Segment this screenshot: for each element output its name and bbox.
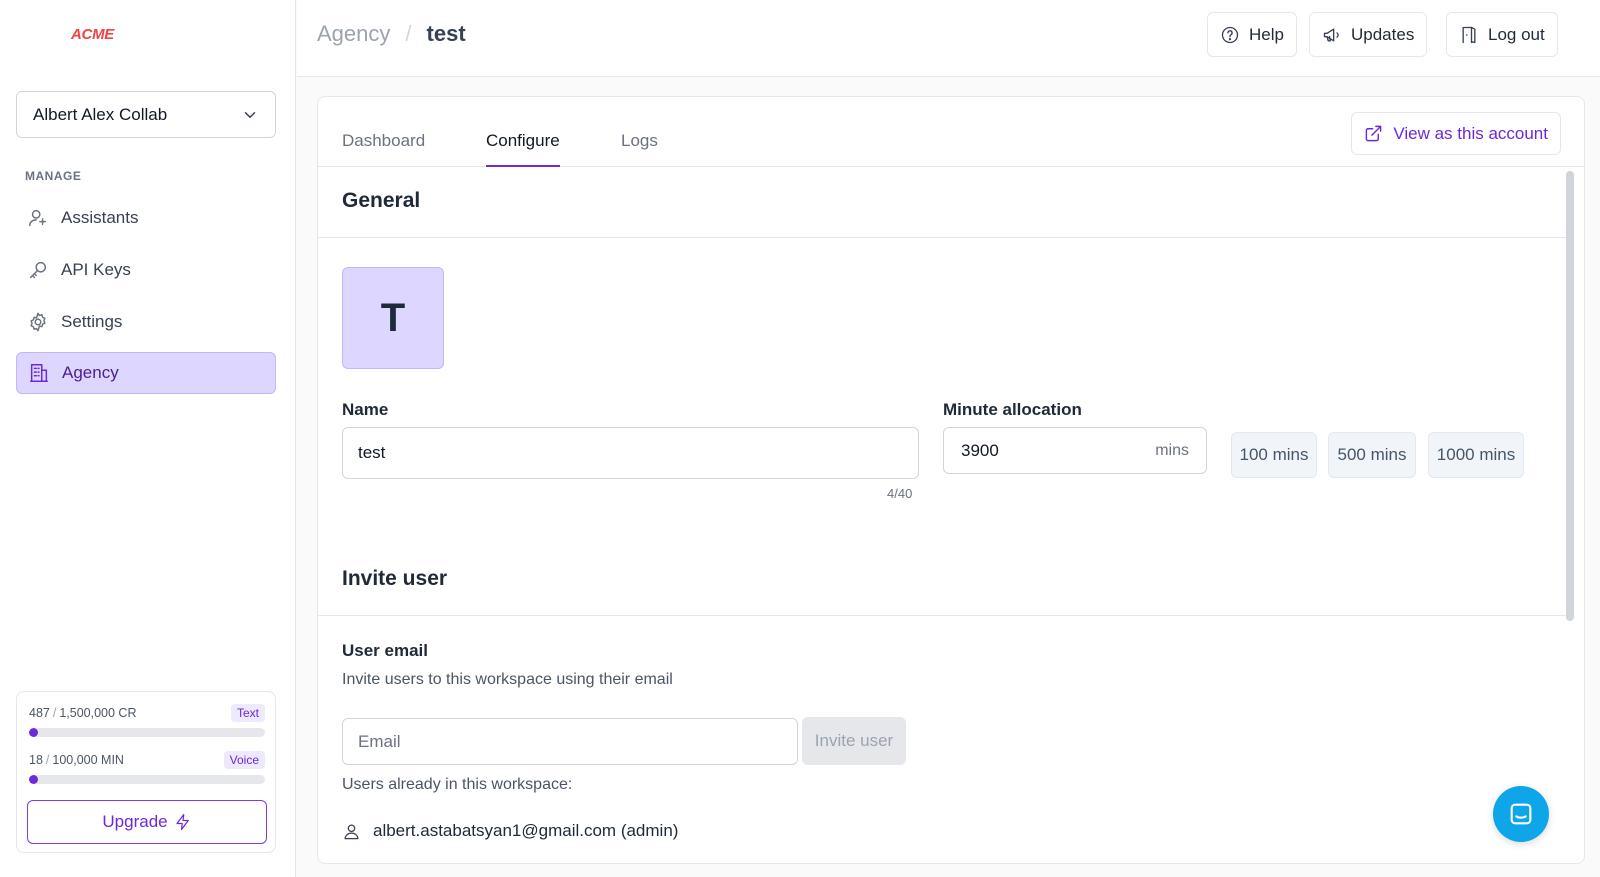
breadcrumb: Agency / test — [317, 21, 466, 47]
chat-launcher-button[interactable] — [1493, 786, 1549, 842]
preset-100-mins[interactable]: 100 mins — [1231, 432, 1317, 478]
lightning-icon — [176, 813, 189, 831]
agency-config-card: Dashboard Configure Logs View as this ac… — [317, 96, 1585, 864]
sidebar-item-label: Settings — [61, 312, 123, 331]
general-section-title: General — [342, 189, 421, 212]
external-link-icon — [1365, 125, 1382, 142]
user-icon — [344, 824, 359, 839]
door-icon — [1462, 26, 1476, 43]
building-icon — [30, 364, 48, 382]
tab-dashboard[interactable]: Dashboard — [342, 131, 425, 167]
invite-description: Invite users to this workspace using the… — [342, 671, 673, 688]
account-name: Albert Alex Collab — [33, 104, 168, 124]
tab-configure[interactable]: Configure — [486, 131, 560, 167]
breadcrumb-separator: / — [405, 21, 412, 46]
view-as-account-button[interactable]: View as this account — [1351, 112, 1561, 155]
upgrade-button[interactable]: Upgrade — [27, 800, 267, 844]
sidebar-item-assistants[interactable]: Assistants — [16, 197, 276, 239]
name-value: test — [358, 443, 386, 462]
preset-1000-mins[interactable]: 1000 mins — [1428, 432, 1524, 478]
top-header: Agency / test Help Updates Log out — [297, 0, 1600, 77]
workspace-user-row: albert.astabatsyan1@gmail.com (admin) — [342, 821, 678, 841]
voice-usage-bar — [29, 775, 265, 784]
tab-logs[interactable]: Logs — [621, 131, 658, 167]
invite-user-button[interactable]: Invite user — [802, 717, 906, 765]
minute-unit: mins — [1155, 441, 1189, 459]
question-circle-icon — [1221, 26, 1239, 43]
email-input[interactable]: Email — [342, 718, 798, 765]
minute-allocation-label: Minute allocation — [943, 400, 1082, 419]
voice-usage-used: 18 — [29, 753, 43, 767]
voice-usage-limit: 100,000 MIN — [52, 753, 124, 767]
megaphone-icon — [1323, 28, 1339, 41]
text-usage-tag: Text — [230, 704, 265, 722]
logout-label: Log out — [1488, 24, 1545, 44]
invite-section-title: Invite user — [342, 567, 448, 590]
existing-users-label: Users already in this workspace: — [342, 776, 573, 793]
updates-button[interactable]: Updates — [1309, 12, 1428, 57]
chevron-down-icon — [244, 111, 256, 118]
tab-bar: Dashboard Configure Logs View as this ac… — [318, 97, 1584, 167]
name-char-counter: 4/40 — [887, 486, 913, 501]
key-icon — [29, 261, 47, 279]
sidebar-item-label: Assistants — [61, 208, 139, 227]
help-button[interactable]: Help — [1207, 12, 1297, 57]
manage-section-label: MANAGE — [25, 169, 82, 183]
usage-card: 487/1,500,000 CR Text 18/100,000 MIN Voi… — [16, 691, 276, 853]
name-input[interactable]: test — [342, 427, 919, 479]
chat-icon — [1510, 803, 1532, 825]
workspace-user-email: albert.astabatsyan1@gmail.com (admin) — [373, 821, 679, 840]
voice-usage-tag: Voice — [223, 751, 265, 769]
user-plus-icon — [29, 209, 47, 227]
gear-icon — [30, 312, 46, 332]
preset-500-mins[interactable]: 500 mins — [1328, 432, 1416, 478]
breadcrumb-agency[interactable]: Agency — [317, 21, 390, 47]
text-usage-row: 487/1,500,000 CR Text — [29, 703, 265, 723]
text-usage-used: 487 — [29, 706, 50, 720]
voice-usage-bar-fill — [29, 775, 38, 784]
sidebar: ACME Albert Alex Collab MANAGE Assistant… — [0, 0, 296, 877]
text-usage-bar-fill — [29, 728, 38, 737]
name-label: Name — [342, 400, 389, 419]
logout-button[interactable]: Log out — [1446, 12, 1558, 57]
acme-logo[interactable]: ACME — [71, 26, 114, 43]
user-email-label: User email — [342, 641, 428, 660]
content-scrollbar[interactable] — [1566, 171, 1574, 621]
sidebar-item-agency[interactable]: Agency — [16, 352, 276, 394]
help-label: Help — [1249, 24, 1284, 44]
sidebar-item-api-keys[interactable]: API Keys — [16, 249, 276, 291]
email-placeholder: Email — [358, 731, 401, 751]
text-usage-bar — [29, 728, 265, 737]
text-usage-limit: 1,500,000 CR — [59, 706, 137, 720]
view-as-account-label: View as this account — [1393, 123, 1548, 143]
sidebar-item-label: API Keys — [61, 260, 131, 279]
avatar-letter: T — [380, 295, 406, 340]
minute-allocation-input[interactable]: 3900 mins — [943, 427, 1207, 474]
sidebar-item-label: Agency — [62, 363, 119, 382]
invite-divider — [318, 615, 1568, 616]
upgrade-label: Upgrade — [102, 812, 168, 831]
breadcrumb-current: test — [426, 21, 466, 46]
agency-avatar[interactable]: T — [342, 267, 444, 369]
general-divider — [318, 237, 1568, 238]
minute-allocation-value: 3900 — [961, 440, 999, 460]
sidebar-item-settings[interactable]: Settings — [16, 301, 276, 343]
updates-label: Updates — [1351, 24, 1415, 44]
account-selector[interactable]: Albert Alex Collab — [16, 91, 276, 138]
voice-usage-row: 18/100,000 MIN Voice — [29, 750, 265, 770]
